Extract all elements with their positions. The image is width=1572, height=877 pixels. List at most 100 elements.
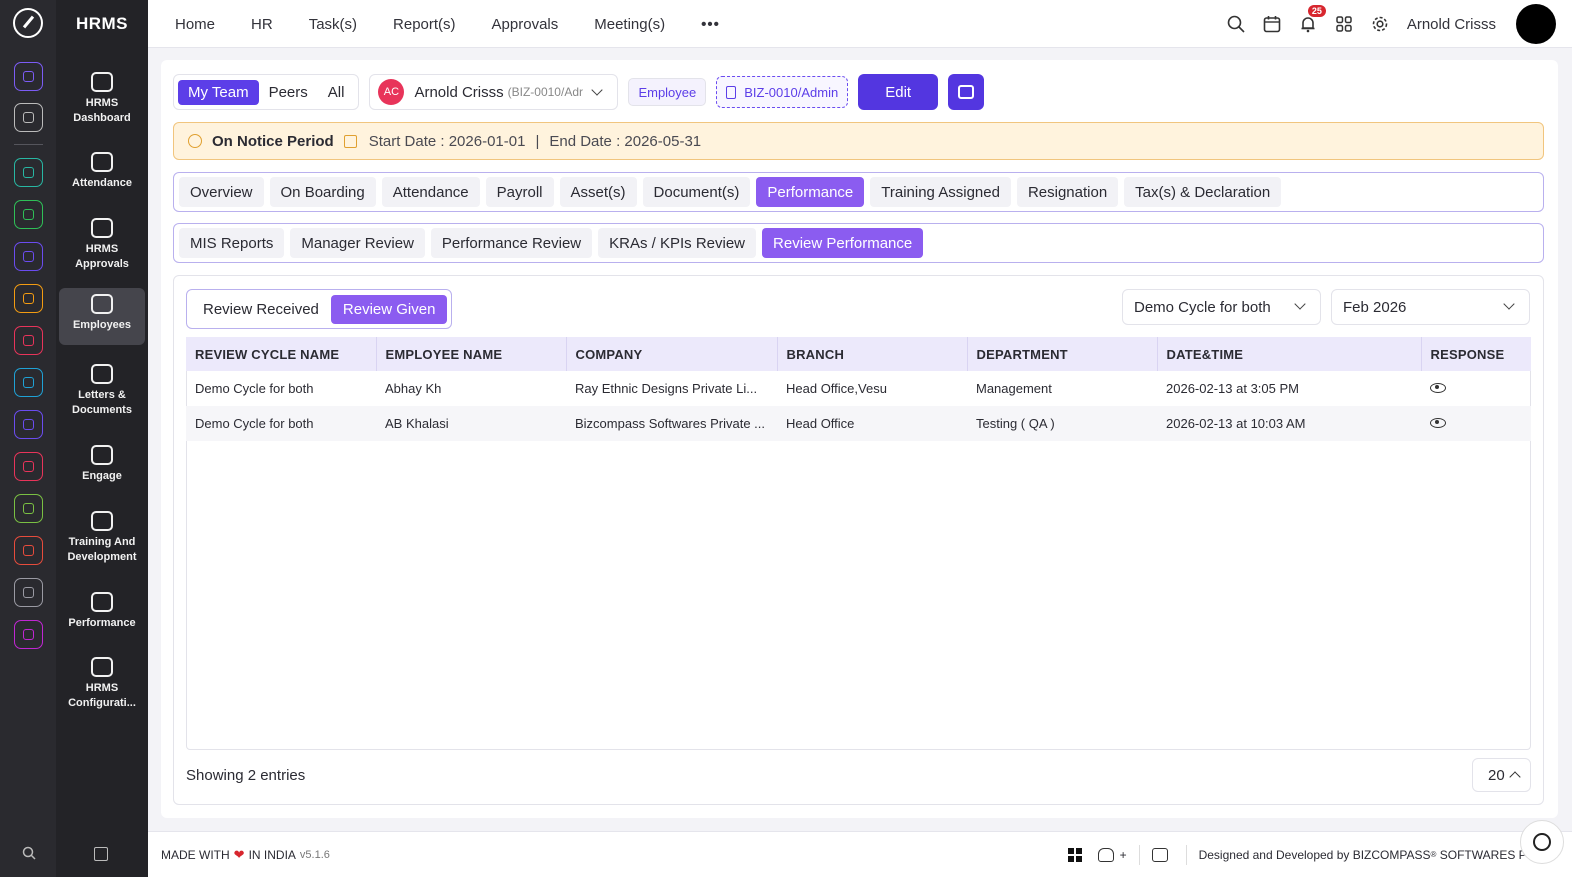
search-icon[interactable] xyxy=(1227,15,1245,33)
menu-item-training[interactable]: Training And Development xyxy=(59,505,145,565)
module-cyan-icon[interactable] xyxy=(14,368,43,397)
menu-item-hrms-dashboard[interactable]: HRMS Dashboard xyxy=(59,66,145,126)
stopwatch-icon[interactable] xyxy=(1520,820,1564,864)
module-lime-icon[interactable] xyxy=(14,494,43,523)
subtab-manager-review[interactable]: Manager Review xyxy=(290,228,425,258)
notice-period-banner: On Notice Period Start Date : 2026-01-01… xyxy=(173,122,1544,160)
org-chart-icon[interactable] xyxy=(14,158,43,187)
employee-selector[interactable]: AC Arnold Crisss (BIZ-0010/Adr xyxy=(369,74,619,110)
tab-performance[interactable]: Performance xyxy=(756,177,865,207)
apps-grid-icon[interactable] xyxy=(1335,15,1353,33)
module-gray-icon[interactable] xyxy=(14,578,43,607)
glyph xyxy=(23,587,34,598)
review-given-tab[interactable]: Review Given xyxy=(330,294,448,324)
footer-credit: MADE WITH ❤ IN INDIA v5.1.6 xyxy=(161,846,330,862)
module-green-icon[interactable] xyxy=(14,200,43,229)
scope-peers[interactable]: Peers xyxy=(259,80,318,105)
employee-initials-avatar: AC xyxy=(378,79,405,105)
scope-my-team[interactable]: My Team xyxy=(178,79,259,105)
calendar-icon[interactable] xyxy=(1263,15,1281,33)
tab-documents[interactable]: Document(s) xyxy=(642,177,751,207)
nav-reports[interactable]: Report(s) xyxy=(393,16,456,33)
add-icon[interactable]: + xyxy=(1120,848,1127,862)
module-violet-icon[interactable] xyxy=(14,242,43,271)
menu-item-engage[interactable]: Engage xyxy=(59,439,145,484)
support-headset-icon[interactable] xyxy=(1097,847,1114,862)
nav-home[interactable]: Home xyxy=(175,16,215,33)
nav-hr[interactable]: HR xyxy=(251,16,273,33)
settings-gear-icon[interactable] xyxy=(1371,15,1389,33)
tab-on-boarding[interactable]: On Boarding xyxy=(269,177,376,207)
col-datetime[interactable]: DATE&TIME xyxy=(1157,337,1422,371)
pin-icon[interactable] xyxy=(14,103,43,132)
glyph xyxy=(23,629,34,640)
cell-datetime: 2026-02-13 at 3:05 PM xyxy=(1166,381,1299,396)
col-branch[interactable]: BRANCH xyxy=(777,337,968,371)
tab-assets[interactable]: Asset(s) xyxy=(559,177,637,207)
col-response[interactable]: RESPONSE xyxy=(1421,337,1531,371)
compass-logo-icon[interactable] xyxy=(13,8,43,38)
trainer-icon xyxy=(91,511,113,531)
notice-end-date: End Date : 2026-05-31 xyxy=(549,132,702,150)
col-company[interactable]: COMPANY xyxy=(566,337,778,371)
review-cycle-select[interactable]: Demo Cycle for both xyxy=(1122,289,1321,325)
nav-approvals[interactable]: Approvals xyxy=(492,16,559,33)
notification-badge: 25 xyxy=(1307,5,1326,17)
scope-all[interactable]: All xyxy=(318,80,355,105)
tab-overview[interactable]: Overview xyxy=(179,177,264,207)
search-icon[interactable] xyxy=(14,838,43,867)
table-row: Demo Cycle for both AB Khalasi Bizcompas… xyxy=(186,406,1531,441)
tab-training-assigned[interactable]: Training Assigned xyxy=(870,177,1011,207)
month-select[interactable]: Feb 2026 xyxy=(1331,289,1530,325)
chevron-down-icon xyxy=(1294,298,1306,310)
col-review-cycle-name[interactable]: REVIEW CYCLE NAME xyxy=(186,337,377,371)
home-icon[interactable] xyxy=(14,62,43,91)
module-magenta-icon[interactable] xyxy=(14,620,43,649)
edit-button[interactable]: Edit xyxy=(858,74,939,110)
footer-right: + Designed and Developed by BIZCOMPASS ® … xyxy=(1067,844,1542,865)
device-icon[interactable] xyxy=(1151,847,1168,862)
subtab-review-performance[interactable]: Review Performance xyxy=(762,228,924,258)
page-size-select[interactable]: 20 xyxy=(1472,758,1531,792)
tab-attendance[interactable]: Attendance xyxy=(381,177,480,207)
glyph xyxy=(23,503,34,514)
module-pink-icon[interactable] xyxy=(14,452,43,481)
calendar-clock-icon xyxy=(91,152,113,172)
subtab-kra-kpi-review[interactable]: KRAs / KPIs Review xyxy=(598,228,757,258)
module-indigo-icon[interactable] xyxy=(14,410,43,439)
eye-icon[interactable] xyxy=(1430,383,1446,393)
module-orange-icon[interactable] xyxy=(14,284,43,313)
employee-name: Arnold Crisss xyxy=(414,83,504,101)
user-avatar[interactable] xyxy=(1516,4,1556,44)
menu-item-hrms-approvals[interactable]: HRMS Approvals xyxy=(59,212,145,272)
tab-resignation[interactable]: Resignation xyxy=(1016,177,1119,207)
glyph xyxy=(23,209,34,220)
id-card-button[interactable] xyxy=(948,74,985,110)
employee-code-tag[interactable]: BIZ-0010/Admin xyxy=(716,76,849,108)
review-panel: Review Received Review Given Demo Cycle … xyxy=(173,275,1544,805)
sidebar-collapse-icon[interactable] xyxy=(94,847,108,861)
col-employee-name[interactable]: EMPLOYEE NAME xyxy=(376,337,567,371)
tab-payroll[interactable]: Payroll xyxy=(485,177,554,207)
menu-item-attendance[interactable]: Attendance xyxy=(59,146,145,191)
subtab-performance-review[interactable]: Performance Review xyxy=(430,228,593,258)
bell-icon[interactable]: 25 xyxy=(1299,5,1326,33)
review-received-tab[interactable]: Review Received xyxy=(191,295,331,324)
current-user-name[interactable]: Arnold Crisss xyxy=(1407,16,1496,33)
menu-item-hrms-configuration[interactable]: HRMS Configurati... xyxy=(59,651,145,711)
employee-profile-card: My Team Peers All AC Arnold Crisss (BIZ-… xyxy=(161,60,1558,818)
more-icon[interactable]: ••• xyxy=(701,16,720,33)
nav-tasks[interactable]: Task(s) xyxy=(309,16,357,33)
menu-item-letters-documents[interactable]: Letters & Documents xyxy=(59,358,145,418)
menu-item-performance[interactable]: Performance xyxy=(59,586,145,631)
windows-icon[interactable] xyxy=(1067,847,1082,862)
eye-icon[interactable] xyxy=(1430,418,1446,428)
tab-tax-declaration[interactable]: Tax(s) & Declaration xyxy=(1124,177,1282,207)
subtab-mis-reports[interactable]: MIS Reports xyxy=(179,228,285,258)
target-icon[interactable] xyxy=(14,326,43,355)
nav-meetings[interactable]: Meeting(s) xyxy=(594,16,665,33)
performance-subtabs: MIS Reports Manager Review Performance R… xyxy=(173,223,1544,263)
module-red-icon[interactable] xyxy=(14,536,43,565)
menu-item-employees[interactable]: Employees xyxy=(59,288,145,345)
col-department[interactable]: DEPARTMENT xyxy=(967,337,1158,371)
